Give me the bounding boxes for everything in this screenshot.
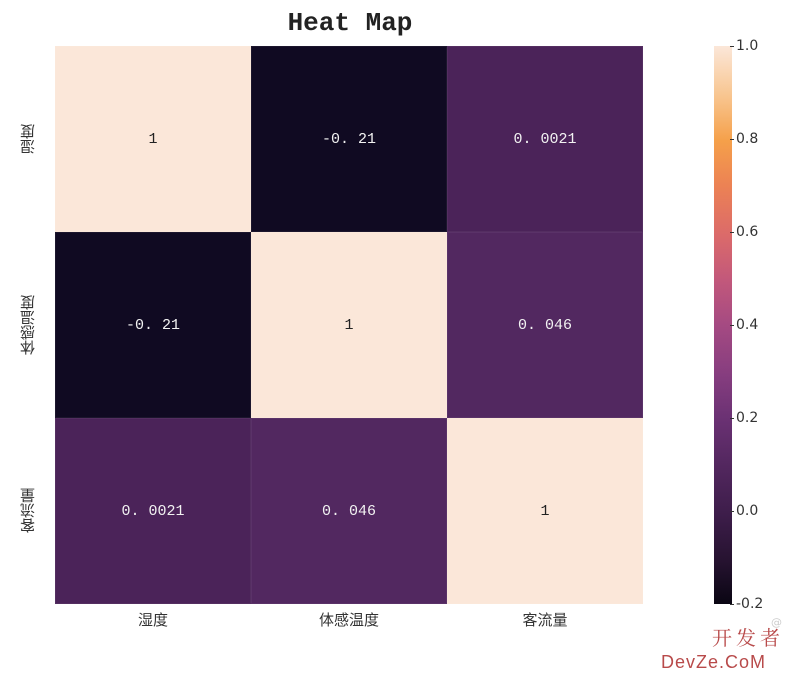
cell-1-0: -0. 21 (55, 232, 251, 418)
y-label-0: 湿度 (0, 46, 55, 232)
watermark-cn: 开发者 (712, 622, 784, 651)
cell-0-2: 0. 0021 (447, 46, 643, 232)
cell-0-1: -0. 21 (251, 46, 447, 232)
x-label-0: 湿度 (55, 604, 251, 634)
y-label-1: 体感温度 (0, 232, 55, 418)
cbar-tick-3: 0.4 (736, 317, 758, 333)
x-label-1: 体感温度 (251, 604, 447, 634)
cbar-tick-1: 0.0 (736, 503, 758, 519)
y-label-2: 客流量 (0, 418, 55, 604)
chart-title: Heat Map (0, 8, 700, 38)
cell-2-0: 0. 0021 (55, 418, 251, 604)
cell-1-1: 1 (251, 232, 447, 418)
cell-1-2: 0. 046 (447, 232, 643, 418)
cell-2-2: 1 (447, 418, 643, 604)
y-axis-labels: 湿度 体感温度 客流量 (0, 46, 55, 604)
colorbar-ticks: -0.2 0.0 0.2 0.4 0.6 0.8 1.0 (736, 46, 778, 604)
cell-0-0: 1 (55, 46, 251, 232)
x-axis-labels: 湿度 体感温度 客流量 (55, 604, 643, 634)
cell-2-1: 0. 046 (251, 418, 447, 604)
cbar-tick-2: 0.2 (736, 410, 758, 426)
cbar-tick-0: -0.2 (736, 596, 763, 612)
cbar-tick-5: 0.8 (736, 131, 758, 147)
cbar-tick-6: 1.0 (736, 38, 758, 54)
x-label-2: 客流量 (447, 604, 643, 634)
watermark-en: DevZe.CoM (661, 652, 766, 673)
cbar-tick-4: 0.6 (736, 224, 758, 240)
heatmap-grid: 1 -0. 21 0. 0021 -0. 21 1 0. 046 0. 0021… (55, 46, 643, 604)
